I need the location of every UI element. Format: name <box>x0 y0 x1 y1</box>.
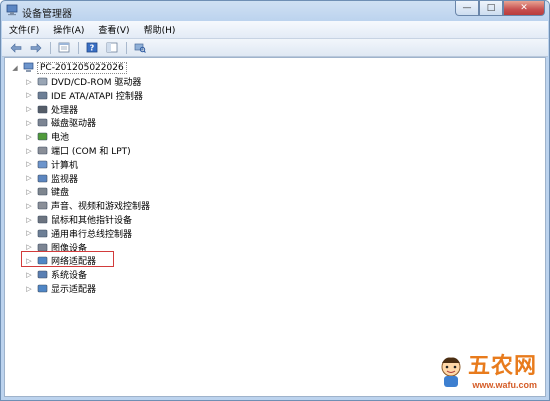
window-controls: — □ ✕ <box>455 1 545 17</box>
forward-button[interactable] <box>28 41 44 55</box>
disk-drive-icon <box>37 119 48 127</box>
tree-item-label[interactable]: 键盘 <box>51 185 69 198</box>
watermark-url: www.wafu.com <box>472 380 537 390</box>
processor-icon <box>37 105 48 113</box>
mouse-icon <box>37 215 48 224</box>
tree-item-label[interactable]: 鼠标和其他指针设备 <box>51 213 132 226</box>
toolbar-separator <box>78 41 79 54</box>
tree-item-label[interactable]: 监视器 <box>51 172 78 185</box>
expand-arrow-icon[interactable]: ▷ <box>25 243 33 251</box>
tree-item-label[interactable]: 系统设备 <box>51 268 87 281</box>
help-button[interactable]: ? <box>84 41 100 55</box>
watermark: 五农网 www.wafu.com <box>434 348 537 390</box>
tree-item-dvd-drive[interactable]: ▷ DVD/CD-ROM 驱动器 <box>25 75 141 89</box>
tree-item-disk-drive[interactable]: ▷ 磁盘驱动器 <box>25 116 96 130</box>
expand-arrow-icon[interactable]: ▷ <box>25 105 33 113</box>
device-manager-window: 设备管理器 — □ ✕ 文件(F) 操作(A) 查看(V) 帮助(H) ? ◢ … <box>0 0 550 401</box>
close-button[interactable]: ✕ <box>503 1 545 16</box>
keyboard-icon <box>37 188 48 196</box>
toolbar: ? <box>2 39 548 57</box>
expand-arrow-icon[interactable]: ▷ <box>25 216 33 224</box>
expand-arrow-icon[interactable]: ▷ <box>25 119 33 127</box>
console-tree-icon <box>106 42 118 53</box>
help-icon: ? <box>86 42 98 53</box>
back-arrow-icon <box>10 42 22 53</box>
tree-root[interactable]: ◢ PC-201205022026 <box>11 61 127 74</box>
tree-item-monitor[interactable]: ▷ 监视器 <box>25 172 78 185</box>
tree-item-label[interactable]: 处理器 <box>51 103 78 116</box>
computer-icon <box>37 160 48 169</box>
expand-arrow-icon[interactable]: ▷ <box>25 174 33 182</box>
ide-controller-icon <box>37 91 48 100</box>
monitor-icon <box>37 174 48 182</box>
collapse-arrow-icon[interactable]: ◢ <box>11 64 19 72</box>
sound-icon <box>37 201 48 210</box>
back-button[interactable] <box>8 41 24 55</box>
minimize-button[interactable]: — <box>455 1 479 16</box>
expand-arrow-icon[interactable]: ▷ <box>25 133 33 141</box>
maximize-button[interactable]: □ <box>479 1 503 16</box>
device-tree-pane[interactable]: ◢ PC-201205022026 ▷ DVD/CD-ROM 驱动器 ▷ IDE AT… <box>4 57 546 397</box>
menu-action[interactable]: 操作(A) <box>46 23 91 36</box>
tree-item-label[interactable]: 声音、视频和游戏控制器 <box>51 199 150 212</box>
tree-item-label[interactable]: 磁盘驱动器 <box>51 116 96 129</box>
tree-item-label[interactable]: IDE ATA/ATAPI 控制器 <box>51 89 143 102</box>
title-bar[interactable]: 设备管理器 — □ ✕ <box>1 1 549 21</box>
tree-item-label[interactable]: DVD/CD-ROM 驱动器 <box>51 75 141 88</box>
usb-icon <box>37 229 48 238</box>
tree-item-computer[interactable]: ▷ 计算机 <box>25 158 78 171</box>
tree-item-port[interactable]: ▷ 端口 (COM 和 LPT) <box>25 144 131 158</box>
port-icon <box>37 146 48 155</box>
tree-item-display-adapter[interactable]: ▷ 显示适配器 <box>25 282 96 296</box>
menu-view[interactable]: 查看(V) <box>91 23 136 36</box>
watermark-text: 五农网 www.wafu.com <box>468 348 537 390</box>
expand-arrow-icon[interactable]: ▷ <box>25 147 33 155</box>
menu-file[interactable]: 文件(F) <box>2 23 46 36</box>
scan-hardware-button[interactable] <box>132 41 148 55</box>
forward-arrow-icon <box>30 42 42 53</box>
tree-item-system-device[interactable]: ▷ 系统设备 <box>25 268 87 282</box>
watermark-title: 五农网 <box>467 353 537 379</box>
expand-arrow-icon[interactable]: ▷ <box>25 271 33 279</box>
device-manager-app-icon <box>6 4 18 16</box>
toolbar-separator <box>50 41 51 54</box>
window-title: 设备管理器 <box>22 9 72 20</box>
tree-item-label[interactable]: 电池 <box>51 130 69 143</box>
tree-item-ide-controller[interactable]: ▷ IDE ATA/ATAPI 控制器 <box>25 89 143 102</box>
tree-item-battery[interactable]: ▷ 电池 <box>25 130 69 144</box>
expand-arrow-icon[interactable]: ▷ <box>25 91 33 99</box>
tree-root-label[interactable]: PC-201205022026 <box>37 61 127 74</box>
expand-arrow-icon[interactable]: ▷ <box>25 202 33 210</box>
menu-help[interactable]: 帮助(H) <box>137 23 183 36</box>
tree-item-label[interactable]: 端口 (COM 和 LPT) <box>51 144 131 157</box>
dvd-drive-icon <box>37 77 48 86</box>
tree-item-label[interactable]: 计算机 <box>51 158 78 171</box>
tree-item-processor[interactable]: ▷ 处理器 <box>25 103 78 116</box>
properties-icon <box>58 42 70 53</box>
scan-hardware-icon <box>134 43 146 53</box>
toolbar-separator <box>126 41 127 54</box>
expand-arrow-icon[interactable]: ▷ <box>25 229 33 237</box>
expand-arrow-icon[interactable]: ▷ <box>25 285 33 293</box>
computer-root-icon <box>23 62 34 72</box>
tree-item-keyboard[interactable]: ▷ 键盘 <box>25 185 69 199</box>
properties-button[interactable] <box>56 41 72 55</box>
battery-icon <box>37 132 48 141</box>
cartoon-mascot-logo <box>441 357 461 387</box>
display-adapter-icon <box>37 284 48 293</box>
svg-text:?: ? <box>90 44 95 53</box>
tree-item-usb[interactable]: ▷ 通用串行总线控制器 <box>25 227 132 240</box>
expand-arrow-icon[interactable]: ▷ <box>25 160 33 168</box>
system-device-icon <box>37 270 48 279</box>
console-tree-button[interactable] <box>104 41 120 55</box>
expand-arrow-icon[interactable]: ▷ <box>25 188 33 196</box>
tree-item-label[interactable]: 显示适配器 <box>51 282 96 295</box>
tree-item-sound[interactable]: ▷ 声音、视频和游戏控制器 <box>25 199 150 213</box>
menu-bar: 文件(F) 操作(A) 查看(V) 帮助(H) <box>2 21 548 39</box>
highlight-box <box>21 251 114 267</box>
expand-arrow-icon[interactable]: ▷ <box>25 78 33 86</box>
tree-item-label[interactable]: 通用串行总线控制器 <box>51 227 132 240</box>
tree-item-mouse[interactable]: ▷ 鼠标和其他指针设备 <box>25 213 132 227</box>
